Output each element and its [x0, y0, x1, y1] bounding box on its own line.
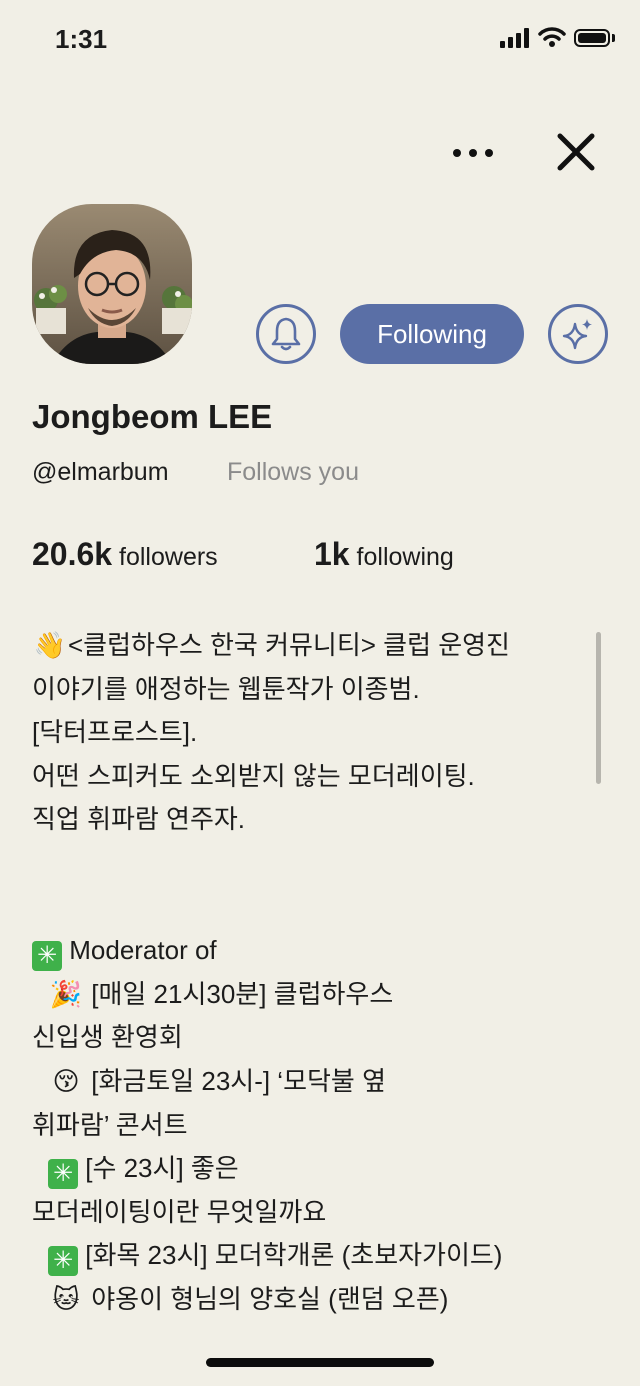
signal-icon [500, 28, 529, 48]
party-popper-icon: 🎉 [49, 979, 83, 1010]
followers-count: 20.6k [32, 536, 113, 572]
bio-line: 😚 [화금토일 23시-] ‘모닥불 옆 [32, 1060, 602, 1104]
following-button[interactable]: Following [340, 304, 524, 364]
notifications-bell-button[interactable] [256, 304, 316, 364]
waving-hand-icon: 👋 [33, 631, 67, 661]
profile-handle: @elmarbum [32, 458, 169, 486]
bio-blank-line [32, 842, 602, 886]
bio-line: 신입생 환영회 [32, 1022, 183, 1053]
follows-you-label: Follows you [227, 458, 359, 486]
bio-line: 🎉 [매일 21시30분] 클럽하우스 [32, 973, 602, 1017]
bio-line: 어떤 스피커도 소외받지 않는 모더레이팅. [32, 760, 475, 791]
cat-face-icon: 🐱 [52, 1284, 80, 1315]
eight-spoked-asterisk-icon: ✳ [48, 1159, 78, 1190]
eight-spoked-asterisk-icon: ✳ [32, 941, 62, 972]
following-count: 1k [314, 536, 350, 572]
wifi-icon [538, 27, 566, 47]
status-time: 1:31 [55, 24, 108, 54]
bio-scrollbar[interactable] [596, 632, 601, 784]
close-button[interactable] [552, 128, 600, 176]
home-indicator[interactable] [206, 1358, 434, 1367]
bio-line: ✳ [화목 23시] 모더학개론 (초보자가이드) [32, 1234, 602, 1278]
bio-blank-line [32, 886, 602, 930]
bio: 👋<클럽하우스 한국 커뮤니티> 클럽 운영진 이야기를 애정하는 웹툰작가 이… [32, 624, 602, 1322]
avatar-photo [32, 204, 192, 364]
followers-stat[interactable]: 20.6k followers [32, 536, 218, 573]
close-icon [557, 133, 595, 171]
bio-line: 👋<클럽하우스 한국 커뮤니티> 클럽 운영진 [32, 624, 602, 668]
bio-line: ✳ Moderator of [32, 929, 602, 973]
battery-cap [612, 34, 615, 42]
battery-icon [574, 29, 610, 47]
following-stat[interactable]: 1k following [314, 536, 454, 573]
bell-icon [271, 317, 301, 351]
sparkles-button[interactable] [548, 304, 608, 364]
bio-line: 직업 휘파람 연주자. [32, 804, 246, 835]
ellipsis-icon [453, 149, 493, 157]
bio-line: 휘파람’ 콘서트 [32, 1109, 188, 1140]
avatar[interactable] [32, 204, 192, 364]
status-bar: 1:31 [0, 0, 640, 80]
bio-line: ✳ [수 23시] 좋은 [32, 1147, 602, 1191]
bio-line: 🐱 야옹이 형님의 양호실 (랜덤 오픈) [32, 1278, 602, 1322]
followers-label: followers [119, 543, 218, 571]
more-options-button[interactable] [448, 138, 498, 168]
sparkles-icon [562, 319, 592, 350]
bio-line: [닥터프로스트]. [32, 717, 198, 748]
bio-line: 모더레이팅이란 무엇일까요 [32, 1196, 327, 1227]
bio-line: 이야기를 애정하는 웹툰작가 이종범. [32, 673, 420, 704]
kissing-face-icon: 😚 [52, 1066, 80, 1097]
eight-spoked-asterisk-icon: ✳ [48, 1246, 78, 1277]
following-label: following [356, 543, 454, 571]
profile-name: Jongbeom LEE [32, 398, 273, 435]
